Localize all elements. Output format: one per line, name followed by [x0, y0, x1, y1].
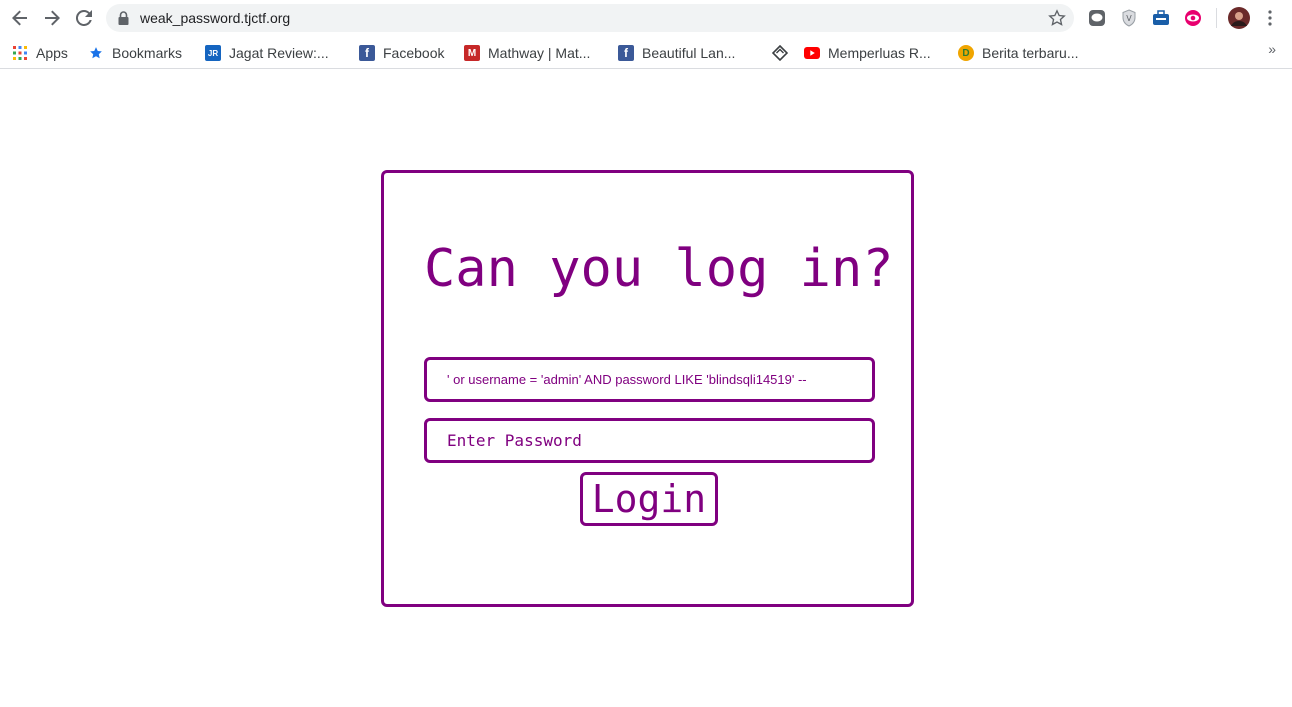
bookmarks-bar: Apps Bookmarks JR Jagat Review:... f Fac…: [0, 36, 1292, 69]
facebook-icon: f: [359, 45, 375, 61]
bookmark-label: Jagat Review:...: [229, 45, 329, 61]
password-input[interactable]: [424, 418, 875, 463]
browser-toolbar: weak_password.tjctf.org V: [0, 0, 1292, 36]
bookmark-label: Berita terbaru...: [982, 45, 1079, 61]
star-icon[interactable]: [1048, 9, 1066, 27]
toolbar-separator: [1216, 8, 1217, 28]
arrow-right-icon: [45, 10, 60, 26]
bookmark-bookmarks[interactable]: Bookmarks: [88, 42, 182, 64]
line-extension-icon[interactable]: [1087, 8, 1107, 28]
bookmark-label: Memperluas R...: [828, 45, 931, 61]
browser-menu-button[interactable]: [1260, 8, 1280, 28]
star-icon: [88, 45, 104, 61]
bookmark-label: Facebook: [383, 45, 445, 61]
svg-text:V: V: [1126, 14, 1132, 23]
page-title: Can you log in?: [424, 239, 894, 299]
bookmark-jagat-review[interactable]: JR Jagat Review:...: [205, 42, 329, 64]
diamond-icon: [772, 45, 788, 61]
reload-icon: [76, 10, 92, 26]
bookmarks-overflow-button[interactable]: »: [1268, 41, 1276, 57]
bookmark-label: Beautiful Lan...: [642, 45, 736, 61]
reload-button[interactable]: [72, 6, 96, 30]
bookmark-berita[interactable]: D Berita terbaru...: [958, 42, 1079, 64]
youtube-icon: [804, 45, 820, 61]
bookmark-label: Apps: [36, 45, 68, 61]
bookmark-facebook[interactable]: f Facebook: [359, 42, 444, 64]
bookmark-diamond[interactable]: [772, 42, 796, 64]
login-button[interactable]: Login: [580, 472, 718, 526]
bookmark-memperluas[interactable]: Memperluas R...: [804, 42, 931, 64]
jagat-review-icon: JR: [205, 45, 221, 61]
url-text: weak_password.tjctf.org: [140, 10, 291, 26]
apps-grid-icon: [12, 45, 28, 61]
mathway-icon: M: [464, 45, 480, 61]
bookmark-beautiful-lan[interactable]: f Beautiful Lan...: [618, 42, 735, 64]
toolbox-extension-icon[interactable]: [1151, 8, 1171, 28]
bookmark-label: Mathway | Mat...: [488, 45, 591, 61]
lock-icon: [118, 11, 129, 25]
eye-extension-icon[interactable]: [1183, 8, 1203, 28]
shield-extension-icon[interactable]: V: [1119, 8, 1139, 28]
bookmark-label: Bookmarks: [112, 45, 183, 61]
facebook-icon: f: [618, 45, 634, 61]
forward-button[interactable]: [40, 6, 64, 30]
username-input[interactable]: [424, 357, 875, 402]
bookmark-mathway[interactable]: M Mathway | Mat...: [464, 42, 590, 64]
arrow-left-icon: [12, 10, 27, 26]
bookmark-apps[interactable]: Apps: [12, 42, 68, 64]
address-bar[interactable]: weak_password.tjctf.org: [106, 4, 1074, 32]
back-button[interactable]: [8, 6, 32, 30]
detik-icon: D: [958, 45, 974, 61]
login-card: Can you log in? Login: [381, 170, 914, 607]
kebab-menu-icon: [1268, 10, 1272, 26]
profile-avatar[interactable]: [1228, 7, 1250, 29]
